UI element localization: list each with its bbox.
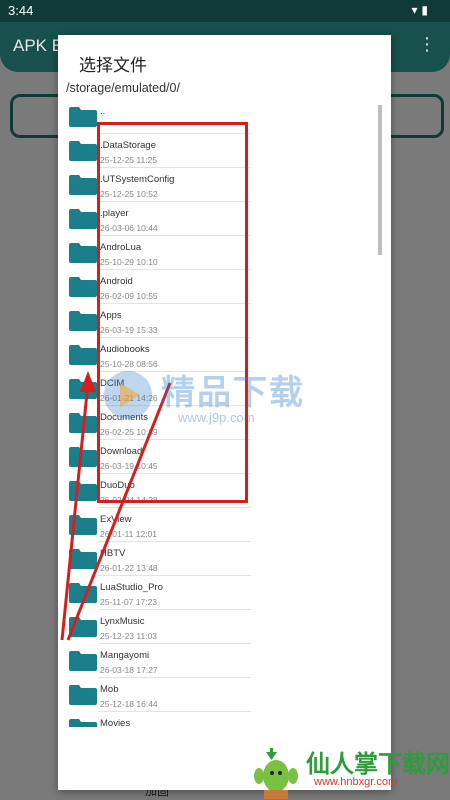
folder-icon (69, 719, 97, 727)
folder-icon (69, 311, 97, 331)
file-list-item[interactable]: LynxMusic 25-12-23 11:03 (58, 609, 391, 643)
status-icons: ▾ ▮ (412, 3, 428, 17)
folder-icon (69, 515, 97, 535)
overflow-menu-icon[interactable]: ⋮ (418, 34, 436, 55)
battery-icon: ▮ (421, 3, 428, 17)
app-title: APK E (13, 36, 64, 55)
folder-icon (69, 107, 97, 127)
folder-icon (69, 345, 97, 365)
file-name: Mob (100, 684, 119, 695)
file-name: .. (100, 106, 106, 117)
status-time: 3:44 (8, 3, 34, 18)
folder-icon (69, 447, 97, 467)
file-date: 26-01-22 13:48 (100, 563, 158, 573)
file-name: LynxMusic (100, 616, 145, 627)
folder-icon (69, 243, 97, 263)
current-path: /storage/emulated/0/ (66, 81, 180, 95)
file-name: Movies (100, 718, 131, 727)
folder-icon (69, 651, 97, 671)
folder-icon (69, 413, 97, 433)
scrollbar[interactable] (378, 105, 382, 255)
folder-icon (69, 175, 97, 195)
file-name: LuaStudio_Pro (100, 582, 163, 593)
folder-icon (69, 583, 97, 603)
file-list-item[interactable]: ExView 26-01-11 12:01 (58, 507, 391, 541)
status-bar: 3:44 ▾ ▮ (0, 0, 450, 22)
wifi-icon: ▾ (411, 3, 418, 17)
folder-icon (69, 379, 97, 399)
corner-watermark-url: www.hnbxgr.com (314, 776, 398, 788)
file-date: 26-01-11 12:01 (100, 529, 158, 539)
folder-icon (69, 617, 97, 637)
file-date: 25-11-07 17:23 (100, 597, 158, 607)
highlight-annotation (97, 122, 248, 503)
cactus-logo-icon (254, 748, 298, 799)
dialog-title: 选择文件 (79, 56, 147, 76)
file-list-item[interactable]: Movies (58, 711, 391, 727)
folder-icon (69, 209, 97, 229)
folder-icon (69, 685, 97, 705)
file-date: 26-03-18 17:27 (100, 665, 158, 675)
watermark-url: www.j9p.com (178, 410, 255, 425)
file-list-item[interactable]: Mob 25-12-18 16:44 (58, 677, 391, 711)
file-date: 25-12-23 11:03 (100, 631, 158, 641)
center-watermark: 精品下载 www.j9p.com (98, 365, 348, 435)
folder-icon (69, 481, 97, 501)
folder-icon (69, 549, 97, 569)
file-list-item[interactable]: Mangayomi 26-03-18 17:27 (58, 643, 391, 677)
file-date: 25-12-18 16:44 (100, 699, 158, 709)
watermark-text: 精品下载 (161, 373, 305, 413)
file-list-item[interactable]: HBTV 26-01-22 13:48 (58, 541, 391, 575)
file-name: Mangayomi (100, 650, 150, 661)
file-name: HBTV (100, 548, 126, 559)
file-name: ExView (100, 514, 132, 525)
folder-icon (69, 277, 97, 297)
watermark-logo (104, 371, 152, 419)
folder-icon (69, 141, 97, 161)
corner-watermark: 仙人掌下载网 www.hnbxgr.com (248, 742, 450, 800)
file-list-item[interactable]: LuaStudio_Pro 25-11-07 17:23 (58, 575, 391, 609)
corner-watermark-text: 仙人掌下载网 (306, 750, 450, 778)
